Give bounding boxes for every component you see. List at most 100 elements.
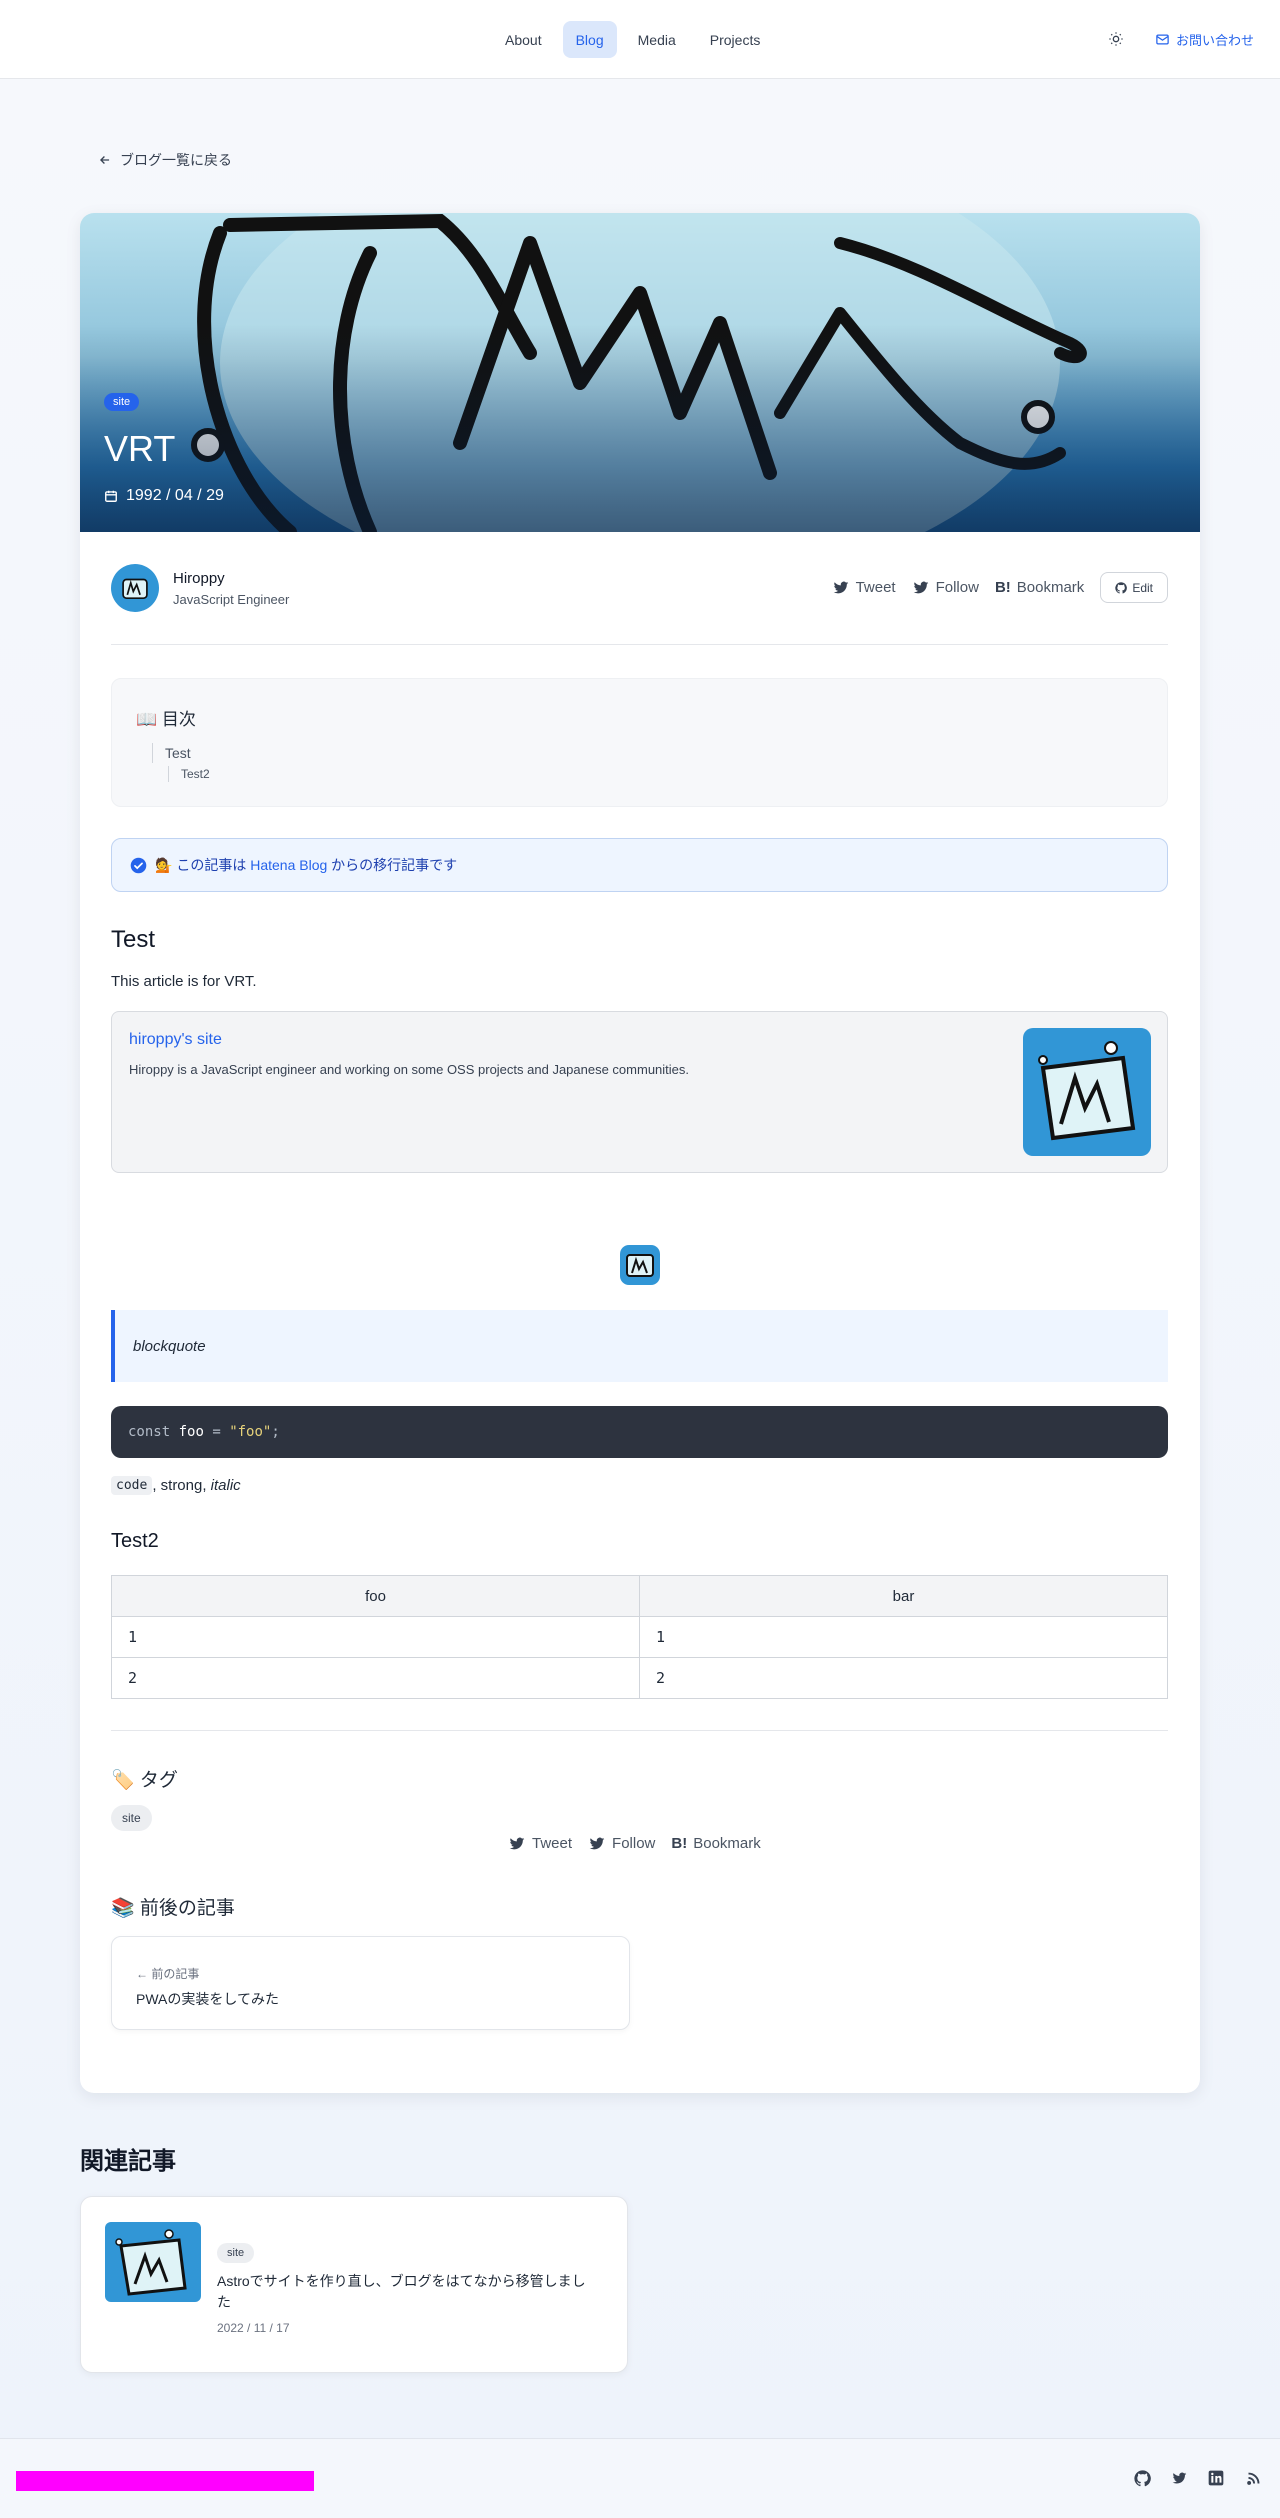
tweet-button[interactable]: Tweet [508,1835,572,1852]
tag-chip[interactable]: site [111,1805,152,1831]
tweet-label: Tweet [532,1835,573,1852]
check-circle-icon [130,857,147,873]
github-icon [1115,581,1128,593]
table-header-cell: bar [639,1575,1168,1617]
edit-label: Edit [1132,580,1153,595]
related-title: 関連記事 [80,2148,176,2175]
tags-title: 🏷️ タグ [111,1770,178,1791]
contact-link[interactable]: お問い合わせ [1155,27,1254,51]
code-keyword: const [128,1424,171,1440]
related-article-thumbnail [105,2222,201,2302]
related-article-card[interactable]: site Astroでサイトを作り直し、ブログをはてなから移管しました 2022… [80,2196,628,2373]
article-date: 1992 / 04 / 29 [104,487,224,505]
twitter-icon [833,581,848,593]
share-bar-bottom: Tweet Follow B! Bookmark [508,1835,761,1852]
site-logo-illustration [1038,1041,1136,1141]
hero-overlay [80,213,1200,532]
code-identifier: foo [178,1424,204,1440]
link-card[interactable]: hiroppy's site Hiroppy is a JavaScript e… [111,1011,1168,1173]
rss-icon[interactable] [1244,2469,1262,2487]
footer-social-links [1133,2469,1262,2487]
table-header-row: foo bar [111,1575,1168,1617]
related-article-tag[interactable]: site [217,2243,255,2263]
twitter-icon [913,581,928,593]
notice-prefix: 💁 この記事は [155,857,251,873]
sun-icon [1109,32,1123,46]
author-name[interactable]: Hiroppy [173,570,289,587]
contact-label: お問い合わせ [1176,32,1255,48]
arrow-left-icon [100,156,110,164]
heading-test: Test [111,926,156,953]
author-block: Hiroppy JavaScript Engineer [111,564,289,612]
prev-article-title: PWAの実装をしてみた [136,1991,279,2007]
bookmark-label: Bookmark [693,1835,761,1852]
toc-item-test2[interactable]: Test2 [168,766,210,782]
article-paragraph: This article is for VRT. [111,973,257,990]
table-header-cell: foo [111,1575,640,1617]
bookmark-button[interactable]: B! Bookmark [671,1835,760,1852]
follow-label: Follow [935,579,979,596]
inline-italic: italic [210,1477,241,1494]
embedded-image [620,1245,660,1285]
calendar-icon [105,490,117,502]
nav-blog[interactable]: Blog [562,21,617,58]
related-article-date: 2022 / 11 / 17 [217,2321,290,2335]
tags-divider [111,1730,1168,1731]
table-cell: 2 [111,1657,640,1699]
nav-media[interactable]: Media [625,21,689,58]
hatena-bookmark-icon: B! [671,1835,688,1852]
avatar[interactable] [111,564,159,612]
site-logo-illustration [626,1254,654,1277]
follow-label: Follow [612,1835,656,1852]
blockquote: blockquote [111,1310,1168,1382]
avatar-illustration [122,578,148,600]
share-bar-top: Tweet Follow B! Bookmark Edit [832,572,1168,603]
bookmark-label: Bookmark [1016,579,1085,596]
twitter-icon[interactable] [1170,2469,1188,2487]
author-role: JavaScript Engineer [173,591,290,607]
table-of-contents: 📖 目次 Test Test2 [111,678,1168,807]
heading-test2: Test2 [111,1530,159,1552]
nav-projects[interactable]: Projects [697,21,774,58]
tweet-label: Tweet [855,579,896,596]
migration-notice: 💁 この記事は Hatena Blog からの移行記事です [111,838,1168,892]
article-card: site VRT 1992 / 04 / 29 Hiroppy JavaScri… [80,213,1200,2093]
link-card-description: Hiroppy is a JavaScript engineer and wor… [129,1062,690,1077]
author-divider [111,644,1168,645]
inline-formatting-line: code , strong, italic [111,1476,241,1495]
table-cell: 1 [639,1616,1168,1658]
theme-toggle-button[interactable] [1104,27,1128,51]
edit-button[interactable]: Edit [1100,572,1168,603]
hero-tag[interactable]: site [104,393,140,411]
notice-text: 💁 この記事は Hatena Blog からの移行記事です [155,855,457,875]
prev-article-card[interactable]: ← 前の記事 PWAの実装をしてみた [111,1936,630,2030]
link-card-thumbnail [1023,1028,1151,1156]
follow-button[interactable]: Follow [912,579,979,596]
github-icon[interactable] [1133,2469,1151,2487]
table-row: 2 2 [111,1657,1168,1699]
bookmark-button[interactable]: B! Bookmark [995,579,1084,596]
follow-button[interactable]: Follow [588,1835,655,1852]
linkedin-icon[interactable] [1207,2469,1225,2487]
related-article-title: Astroでサイトを作り直し、ブログをはてなから移管しました [217,2273,586,2310]
back-link-label: ブログ一覧に戻る [120,152,232,168]
twitter-icon [509,1837,525,1849]
back-to-blog-link[interactable]: ブログ一覧に戻る [98,150,232,170]
notice-suffix: からの移行記事です [327,857,458,873]
code-block: const foo = "foo"; [111,1406,1168,1458]
code-semicolon: ; [271,1424,280,1440]
site-header: About Blog Media Projects お問い合わせ [0,0,1280,79]
table-cell: 1 [111,1616,640,1658]
link-card-title: hiroppy's site [129,1031,222,1048]
mail-icon [1156,34,1169,44]
site-footer [0,2438,1280,2518]
tweet-button[interactable]: Tweet [832,579,896,596]
footer-highlight-bar [16,2471,314,2491]
inline-code: code [111,1476,153,1495]
code-operator: = [212,1424,221,1440]
code-string: "foo" [229,1424,272,1440]
nav-about[interactable]: About [492,21,555,58]
hatena-blog-link[interactable]: Hatena Blog [250,857,327,873]
inline-text: , strong, [152,1477,211,1494]
toc-item-test[interactable]: Test [152,743,191,763]
